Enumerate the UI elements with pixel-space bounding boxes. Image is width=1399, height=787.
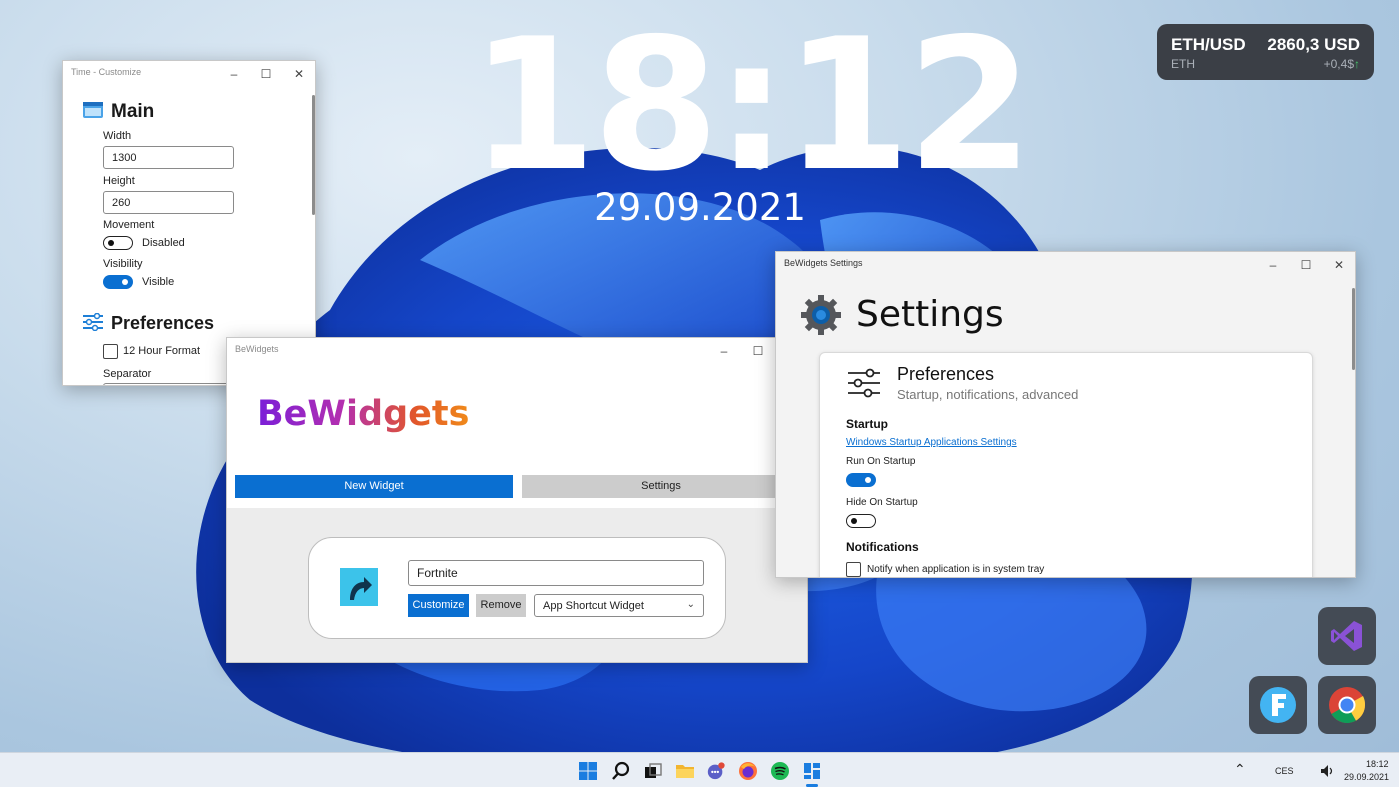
widget-name-input[interactable]: Fortnite (408, 560, 704, 586)
f-app-icon (1260, 687, 1296, 723)
f-app-tile[interactable] (1249, 676, 1307, 734)
customize-button[interactable]: Customize (408, 594, 469, 617)
taskbar: ⌃ CES 18:12 29.09.2021 (0, 752, 1399, 787)
separator-label: Separator (103, 368, 152, 380)
speaker-icon[interactable] (1320, 764, 1334, 778)
remove-button[interactable]: Remove (476, 594, 526, 617)
twelve-hour-checkbox[interactable] (103, 344, 118, 359)
crypto-price: 2860,3 USD (1267, 35, 1360, 54)
settings-button[interactable]: Settings (522, 475, 800, 498)
visibility-label: Visibility (103, 258, 143, 270)
desktop: 18:12 29.09.2021 ETH/USD 2860,3 USD ETH … (0, 0, 1399, 752)
visibility-state: Visible (142, 276, 175, 288)
close-button[interactable]: ✕ (284, 63, 314, 85)
height-label: Height (103, 175, 135, 187)
movement-toggle[interactable] (103, 236, 133, 250)
height-input[interactable]: 260 (103, 191, 234, 214)
bewidgets-logo: BeWidgets (257, 394, 470, 434)
sliders-icon (83, 313, 103, 331)
hide-on-startup-toggle[interactable] (846, 514, 876, 528)
toggle-knob (865, 477, 871, 483)
task-view-icon[interactable] (643, 761, 663, 781)
minimize-button[interactable]: – (219, 63, 249, 85)
startup-heading: Startup (846, 417, 888, 431)
notifications-heading: Notifications (846, 540, 919, 554)
chrome-tile[interactable] (1318, 676, 1376, 734)
file-explorer-icon[interactable] (675, 761, 695, 781)
crypto-widget[interactable]: ETH/USD 2860,3 USD ETH +0,4$↑ (1157, 24, 1374, 80)
run-on-startup-label: Run On Startup (846, 456, 916, 467)
main-heading: Main (111, 101, 155, 122)
clock-date: 29.09.2021 (594, 186, 806, 229)
startup-settings-link[interactable]: Windows Startup Applications Settings (846, 437, 1017, 448)
preferences-heading: Preferences (111, 313, 215, 333)
tray-language[interactable]: CES (1275, 766, 1294, 776)
twelve-hour-label: 12 Hour Format (123, 345, 201, 357)
hide-on-startup-label: Hide On Startup (846, 497, 918, 508)
section-title: Preferences (897, 364, 995, 384)
visibility-toggle[interactable] (103, 275, 133, 289)
sliders-icon (848, 368, 880, 398)
movement-state: Disabled (142, 237, 185, 249)
toggle-knob (108, 239, 114, 246)
shortcut-arrow-icon (340, 568, 378, 606)
visual-studio-tile[interactable] (1318, 607, 1376, 665)
start-icon[interactable] (578, 761, 598, 781)
run-on-startup-toggle[interactable] (846, 473, 876, 487)
chat-icon[interactable] (706, 761, 726, 781)
notify-tray-checkbox[interactable] (846, 562, 861, 577)
close-button[interactable]: ✕ (1324, 254, 1354, 276)
gear-icon (801, 295, 841, 335)
scrollbar[interactable] (312, 95, 315, 215)
window-title: BeWidgets (235, 344, 279, 354)
width-input[interactable]: 1300 (103, 146, 234, 169)
crypto-symbol: ETH (1171, 57, 1195, 71)
widget-type-value: App Shortcut Widget (543, 600, 644, 612)
tray-time[interactable]: 18:12 (1366, 759, 1389, 769)
toggle-knob (122, 279, 128, 285)
notify-tray-label: Notify when application is in system tra… (867, 564, 1045, 575)
preferences-card: Preferences Startup, notifications, adva… (819, 352, 1313, 577)
title-bar[interactable]: Time - Customize – ☐ ✕ (63, 61, 315, 87)
firefox-icon[interactable] (738, 761, 758, 781)
crypto-change-value: +0,4$ (1323, 57, 1354, 71)
window-icon (83, 102, 103, 118)
search-icon[interactable] (611, 761, 631, 781)
window-title: BeWidgets Settings (784, 258, 863, 268)
minimize-button[interactable]: – (1258, 254, 1288, 276)
widget-card: Fortnite Customize Remove App Shortcut W… (308, 537, 726, 639)
chrome-icon (1329, 687, 1366, 724)
visual-studio-icon (1331, 621, 1362, 651)
bewidgets-window: BeWidgets – ☐ BeWidgets New Widget Setti… (226, 337, 808, 663)
section-subtitle: Startup, notifications, advanced (897, 387, 1079, 402)
new-widget-button[interactable]: New Widget (235, 475, 513, 498)
maximize-button[interactable]: ☐ (1291, 254, 1321, 276)
crypto-pair: ETH/USD (1171, 35, 1246, 54)
maximize-button[interactable]: ☐ (251, 63, 281, 85)
bewidgets-icon[interactable] (802, 761, 822, 781)
toggle-knob (851, 517, 857, 524)
spotify-icon[interactable] (770, 761, 790, 781)
tray-date[interactable]: 29.09.2021 (1344, 772, 1389, 782)
window-title: Time - Customize (71, 67, 142, 77)
movement-label: Movement (103, 219, 155, 231)
minimize-button[interactable]: – (709, 340, 739, 362)
widget-type-select[interactable]: App Shortcut Widget ⌄ (534, 594, 704, 617)
title-bar[interactable]: BeWidgets Settings – ☐ ✕ (776, 252, 1355, 278)
settings-heading: Settings (856, 294, 1004, 335)
clock-time: 18:12 (470, 0, 1033, 211)
separator-input[interactable] (103, 383, 234, 385)
chevron-up-icon[interactable]: ⌃ (1234, 761, 1246, 778)
up-arrow-icon: ↑ (1354, 57, 1360, 71)
chevron-down-icon: ⌄ (686, 599, 695, 610)
maximize-button[interactable]: ☐ (743, 340, 773, 362)
width-label: Width (103, 130, 132, 142)
scrollbar[interactable] (1352, 288, 1355, 370)
title-bar[interactable]: BeWidgets – ☐ (227, 338, 807, 364)
crypto-change: +0,4$↑ (1324, 57, 1360, 71)
settings-window: BeWidgets Settings – ☐ ✕ Settings Prefer… (775, 251, 1356, 578)
